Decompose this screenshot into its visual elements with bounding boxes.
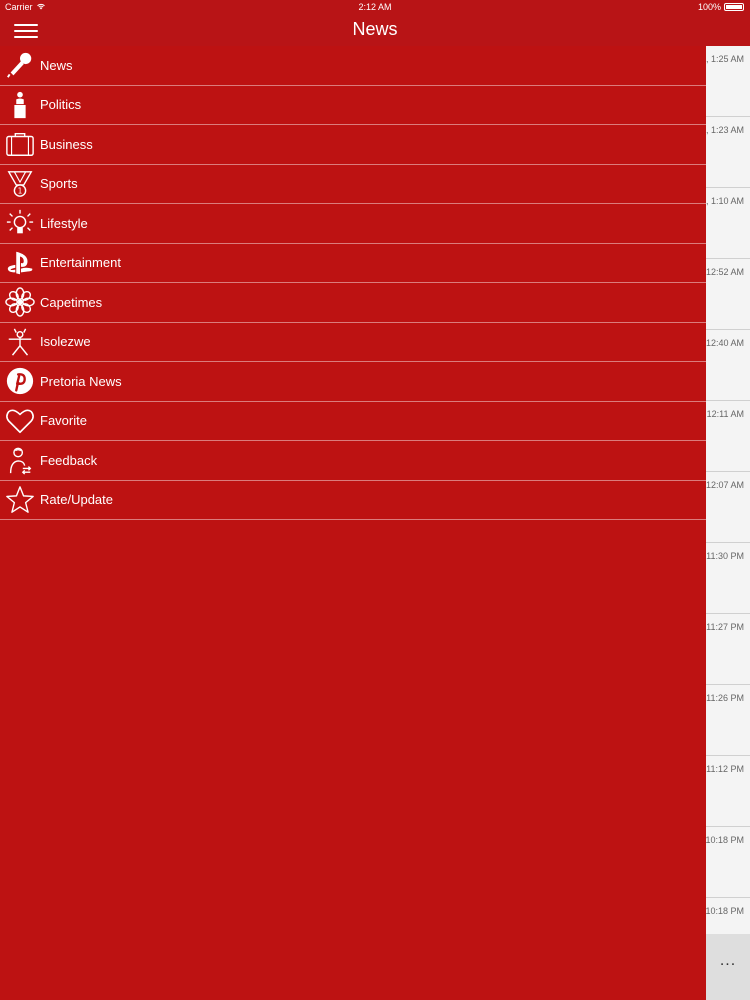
person-feedback-icon	[4, 444, 36, 476]
more-button[interactable]: ...	[706, 952, 750, 970]
podium-speaker-icon	[4, 89, 36, 121]
star-icon	[4, 484, 36, 516]
status-bar: Carrier 2:12 AM 100%	[0, 0, 750, 14]
feed-row[interactable]: 11:27 PM	[706, 614, 750, 685]
heart-icon	[4, 405, 36, 437]
feed-timestamp: , 1:10 AM	[706, 196, 744, 206]
menu-item-feedback[interactable]: Feedback	[0, 441, 706, 481]
feed-timestamp: 11:26 PM	[706, 693, 744, 703]
menu-item-lifestyle[interactable]: Lifestyle	[0, 204, 706, 244]
battery-percent: 100%	[697, 2, 721, 12]
feed-timestamp: , 1:25 AM	[706, 54, 744, 64]
feed-row[interactable]: 11:12 PM	[706, 756, 750, 827]
menu-item-label: Favorite	[40, 413, 87, 429]
microphone-icon	[4, 49, 36, 81]
menu-item-label: Business	[40, 136, 93, 152]
menu-item-label: Capetimes	[40, 294, 103, 310]
battery-icon	[724, 3, 744, 11]
feed-row[interactable]: 12:40 AM	[706, 330, 750, 401]
feed-timestamp: 11:12 PM	[706, 764, 744, 774]
menu-item-label: News	[40, 57, 73, 73]
lightbulb-icon	[4, 207, 36, 239]
feed-row[interactable]: , 1:10 AM	[706, 188, 750, 259]
status-time: 2:12 AM	[358, 2, 392, 12]
page-title: News	[352, 19, 398, 39]
feed-timestamp: 11:27 PM	[706, 622, 744, 632]
news-feed[interactable]: , 1:25 AM , 1:23 AM , 1:10 AM 12:52 AM 1…	[706, 46, 750, 934]
feed-row[interactable]: 12:07 AM	[706, 472, 750, 543]
svg-text:1: 1	[18, 186, 23, 195]
menu-item-capetimes[interactable]: Capetimes	[0, 283, 706, 323]
menu-item-entertainment[interactable]: Entertainment	[0, 244, 706, 283]
pinterest-icon	[4, 365, 36, 397]
figure-icon	[4, 326, 36, 358]
medal-icon: 1	[4, 168, 36, 200]
feed-row[interactable]: 12:52 AM	[706, 259, 750, 330]
menu-item-label: Sports	[40, 176, 78, 192]
menu-item-label: Entertainment	[40, 255, 121, 271]
menu-item-isolezwe[interactable]: Isolezwe	[0, 323, 706, 362]
menu-item-pretoria-news[interactable]: Pretoria News	[0, 362, 706, 402]
menu-item-politics[interactable]: Politics	[0, 86, 706, 125]
briefcase-icon	[4, 128, 36, 160]
menu-item-business[interactable]: Business	[0, 125, 706, 165]
menu-item-sports[interactable]: 1 Sports	[0, 165, 706, 204]
feed-row[interactable]: 12:11 AM	[706, 401, 750, 472]
feed-row[interactable]: 10:18 PM	[706, 898, 750, 934]
playstation-icon	[4, 247, 36, 279]
feed-timestamp: 11:30 PM	[706, 551, 744, 561]
flower-icon	[4, 286, 36, 318]
menu-item-label: Isolezwe	[40, 334, 91, 350]
menu-item-label: Feedback	[40, 452, 98, 468]
feed-timestamp: , 1:23 AM	[706, 125, 744, 135]
feed-timestamp: 10:18 PM	[706, 835, 744, 845]
feed-row[interactable]: , 1:25 AM	[706, 46, 750, 117]
feed-row[interactable]: , 1:23 AM	[706, 117, 750, 188]
feed-toolbar: ...	[706, 934, 750, 1000]
menu-item-label: Politics	[40, 97, 82, 113]
side-menu-drawer: News Politics Business 1 Sports Lifestyl…	[0, 46, 706, 1000]
feed-timestamp: 12:07 AM	[706, 480, 744, 490]
menu-item-news[interactable]: News	[0, 46, 706, 86]
feed-row[interactable]: 11:26 PM	[706, 685, 750, 756]
feed-timestamp: 12:40 AM	[706, 338, 744, 348]
menu-item-label: Pretoria News	[40, 373, 122, 389]
menu-item-favorite[interactable]: Favorite	[0, 402, 706, 441]
menu-item-rate-update[interactable]: Rate/Update	[0, 481, 706, 520]
nav-bar: News	[0, 14, 750, 46]
feed-timestamp: 12:11 AM	[706, 409, 744, 419]
feed-row[interactable]: 11:30 PM	[706, 543, 750, 614]
feed-timestamp: 12:52 AM	[706, 267, 744, 277]
battery-indicator: 100%	[698, 2, 744, 12]
feed-timestamp: 10:18 PM	[706, 906, 744, 916]
menu-item-label: Lifestyle	[40, 215, 88, 231]
menu-item-label: Rate/Update	[40, 492, 113, 508]
feed-row[interactable]: 10:18 PM	[706, 827, 750, 898]
